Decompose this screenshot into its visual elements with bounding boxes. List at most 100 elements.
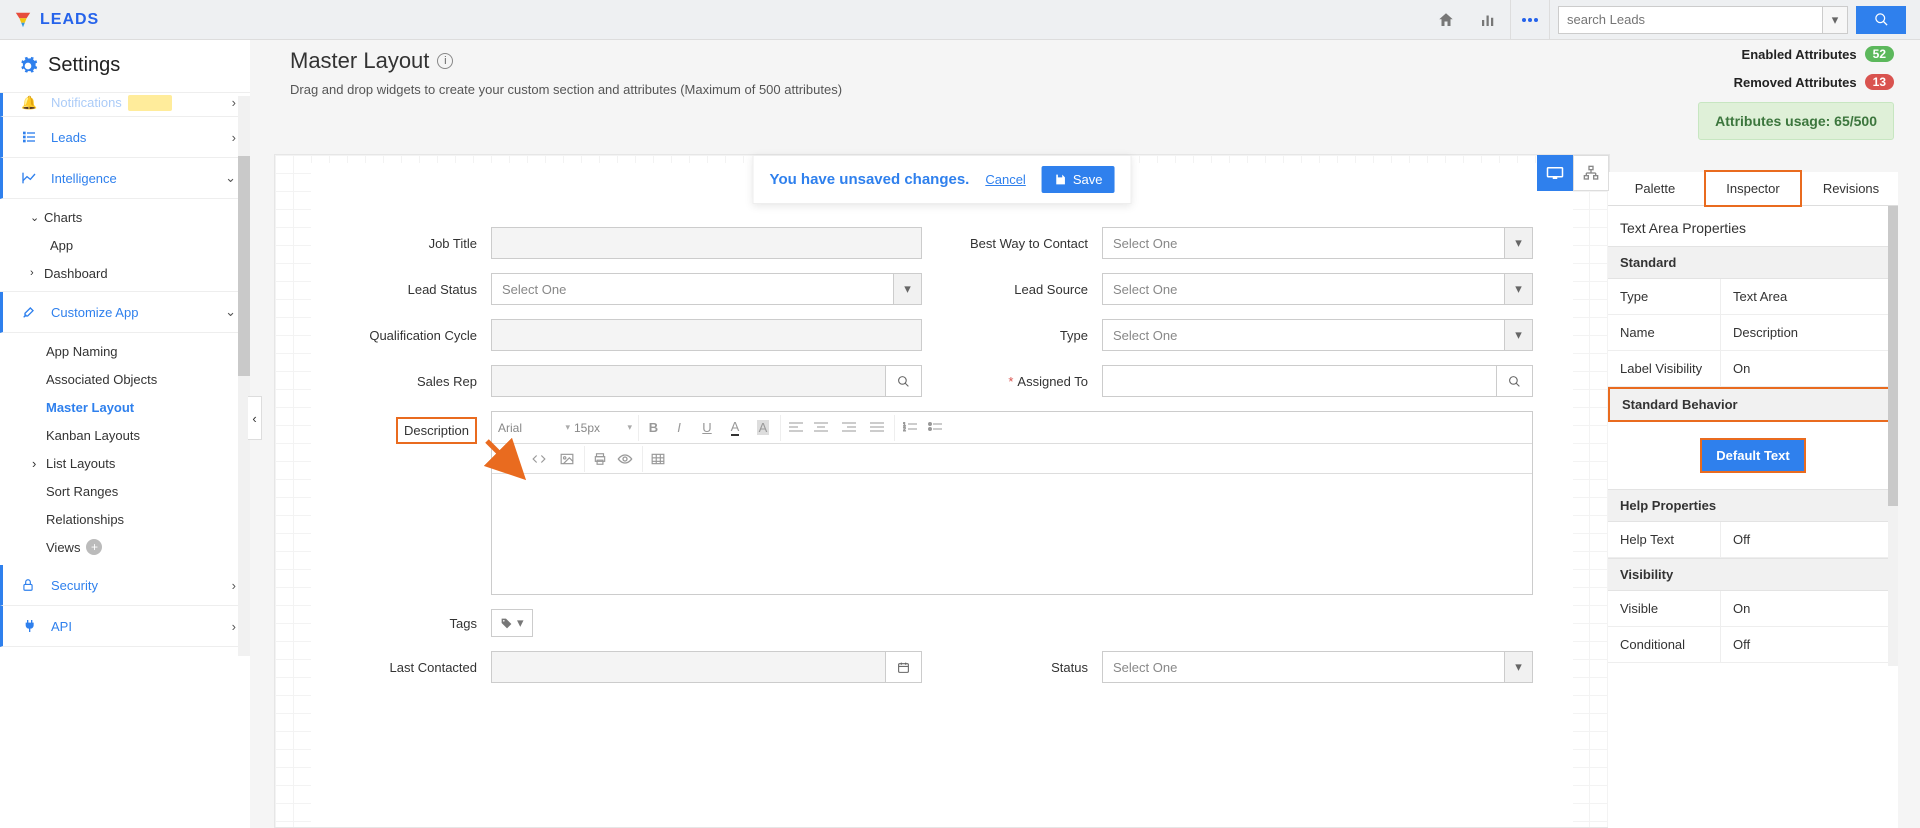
page-subtitle: Drag and drop widgets to create your cus… <box>290 82 1880 97</box>
field-best-way-contact[interactable]: Best Way to Contact Select One▾ <box>962 227 1533 259</box>
sidebar-sub-app[interactable]: App <box>30 231 250 259</box>
sub-associated-objects[interactable]: Associated Objects <box>46 365 250 393</box>
ordered-list-button[interactable]: 12 <box>894 415 920 441</box>
sidebar-sub-dashboard[interactable]: ›Dashboard <box>30 259 250 287</box>
code-button[interactable] <box>526 446 552 472</box>
sub-master-layout[interactable]: Master Layout <box>46 393 250 421</box>
topbar: LEADS ▾ <box>0 0 1920 40</box>
info-icon[interactable]: i <box>437 53 453 69</box>
list-icon <box>21 129 41 145</box>
date-input[interactable] <box>491 651 922 683</box>
field-status[interactable]: Status Select One▾ <box>962 651 1533 683</box>
section-help-properties[interactable]: Help Properties <box>1608 489 1898 522</box>
plus-icon[interactable]: + <box>86 539 102 555</box>
text-input[interactable] <box>491 227 922 259</box>
rte-content-area[interactable] <box>492 474 1532 594</box>
italic-button[interactable]: I <box>666 415 692 441</box>
field-last-contacted[interactable]: Last Contacted <box>351 651 922 683</box>
section-standard-behavior[interactable]: Standard Behavior <box>1608 387 1898 422</box>
field-tags[interactable]: Tags ▾ <box>351 609 1533 637</box>
underline-button[interactable]: U <box>694 415 720 441</box>
field-lead-source[interactable]: Lead Source Select One▾ <box>962 273 1533 305</box>
unordered-list-button[interactable] <box>922 415 948 441</box>
default-text-row: Default Text <box>1608 422 1898 489</box>
align-center-button[interactable] <box>808 415 834 441</box>
sidebar-label: Intelligence <box>51 171 117 186</box>
more-icon[interactable] <box>1510 0 1550 40</box>
sidebar-item-api[interactable]: API › <box>0 606 250 647</box>
select-input[interactable]: Select One▾ <box>1102 273 1533 305</box>
tab-palette[interactable]: Palette <box>1608 172 1702 205</box>
fontcolor-button[interactable]: A <box>722 415 748 441</box>
tags-button[interactable]: ▾ <box>491 609 533 637</box>
sidebar-item-leads[interactable]: Leads › <box>0 117 250 158</box>
sub-relationships[interactable]: Relationships <box>46 505 250 533</box>
search-button[interactable] <box>1856 6 1906 34</box>
lookup-input[interactable] <box>491 365 922 397</box>
chart-icon[interactable] <box>1468 0 1508 40</box>
search-input[interactable] <box>1558 6 1822 34</box>
sub-sort-ranges[interactable]: Sort Ranges <box>46 477 250 505</box>
richtext-editor[interactable]: Arial 15px B I U A A 12 <box>491 411 1533 595</box>
field-sales-rep[interactable]: Sales Rep <box>351 365 922 397</box>
sidebar-item-notifications[interactable]: 🔔 Notifications › <box>0 93 250 117</box>
calendar-icon[interactable] <box>886 651 922 683</box>
sidebar-scrollbar[interactable] <box>238 96 250 656</box>
section-standard[interactable]: Standard <box>1608 246 1898 279</box>
home-icon[interactable] <box>1426 0 1466 40</box>
inspector-scrollbar[interactable] <box>1888 206 1898 666</box>
select-input[interactable]: Select One▾ <box>1102 227 1533 259</box>
field-qualification-cycle[interactable]: Qualification Cycle <box>351 319 922 351</box>
sub-kanban-layouts[interactable]: Kanban Layouts <box>46 421 250 449</box>
field-type[interactable]: Type Select One▾ <box>962 319 1533 351</box>
link-button[interactable] <box>498 446 524 472</box>
prop-visible: VisibleOn <box>1608 591 1898 627</box>
sub-views[interactable]: Views+ <box>46 533 250 561</box>
sidebar-item-intelligence[interactable]: Intelligence ⌄ <box>0 158 250 199</box>
form-grid: Job Title Best Way to Contact Select One… <box>311 163 1573 703</box>
preview-button[interactable] <box>612 446 638 472</box>
section-visibility[interactable]: Visibility <box>1608 558 1898 591</box>
align-justify-button[interactable] <box>864 415 890 441</box>
font-family-select[interactable]: Arial <box>498 417 572 439</box>
text-input[interactable] <box>491 319 922 351</box>
select-input[interactable]: Select One▾ <box>1102 319 1533 351</box>
gear-icon <box>18 56 38 76</box>
default-text-button[interactable]: Default Text <box>1700 438 1805 473</box>
align-left-button[interactable] <box>780 415 806 441</box>
sub-app-naming[interactable]: App Naming <box>46 337 250 365</box>
sub-list-layouts[interactable]: ›List Layouts <box>46 449 250 477</box>
sidebar-item-customize-app[interactable]: Customize App ⌄ <box>0 292 250 333</box>
highlight-button[interactable]: A <box>750 415 776 441</box>
field-lead-status[interactable]: Lead Status Select One▾ <box>351 273 922 305</box>
field-label: Job Title <box>351 236 491 251</box>
field-description[interactable]: Description Arial 15px B I U A A <box>351 411 1533 595</box>
search-dropdown-toggle[interactable]: ▾ <box>1822 6 1848 34</box>
select-input[interactable]: Select One▾ <box>1102 651 1533 683</box>
lookup-input[interactable] <box>1102 365 1533 397</box>
left-panel: Settings 🔔 Notifications › Leads › Intel… <box>0 40 250 828</box>
inspector-body: Text Area Properties Standard TypeText A… <box>1608 206 1898 673</box>
align-right-button[interactable] <box>836 415 862 441</box>
select-input[interactable]: Select One▾ <box>491 273 922 305</box>
sidebar-sub-charts[interactable]: ⌄Charts <box>30 203 250 231</box>
bold-button[interactable]: B <box>638 415 664 441</box>
save-label: Save <box>1073 172 1103 187</box>
field-assigned-to[interactable]: *Assigned To <box>962 365 1533 397</box>
tab-inspector[interactable]: Inspector <box>1704 170 1802 207</box>
search-icon[interactable] <box>1497 365 1533 397</box>
cancel-link[interactable]: Cancel <box>985 172 1025 187</box>
desktop-view-button[interactable] <box>1537 155 1573 191</box>
sub-label: List Layouts <box>46 456 115 471</box>
save-button[interactable]: Save <box>1042 166 1115 193</box>
search-icon[interactable] <box>886 365 922 397</box>
field-job-title[interactable]: Job Title <box>351 227 922 259</box>
tree-view-button[interactable] <box>1573 155 1609 191</box>
tab-revisions[interactable]: Revisions <box>1804 172 1898 205</box>
table-button[interactable] <box>642 446 668 472</box>
image-button[interactable] <box>554 446 580 472</box>
field-label: Sales Rep <box>351 374 491 389</box>
font-size-select[interactable]: 15px <box>574 417 634 439</box>
sidebar-item-security[interactable]: Security › <box>0 565 250 606</box>
print-button[interactable] <box>584 446 610 472</box>
